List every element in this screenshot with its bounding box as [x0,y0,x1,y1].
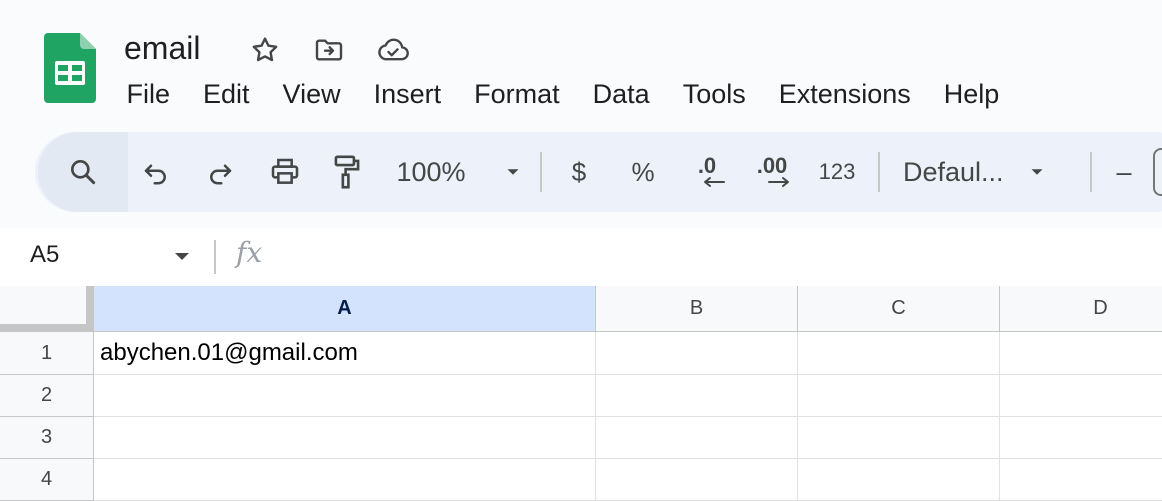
cell-d2[interactable] [1000,375,1162,417]
decrease-decimal-label: .0 [697,153,717,178]
cell-b3[interactable] [596,417,798,459]
menu-file[interactable]: File [110,74,187,114]
search-menus-button[interactable] [38,132,128,212]
column-header-a[interactable]: A [94,286,596,332]
cell-d4[interactable] [1000,459,1162,501]
chevron-down-icon [1031,169,1043,175]
print-icon [271,158,299,184]
cell-c2[interactable] [798,375,1000,417]
name-box[interactable]: A5 [30,241,59,269]
undo-button[interactable] [135,132,177,212]
paint-roller-icon [334,155,360,189]
row-header-2[interactable]: 2 [0,375,94,417]
row-header-3[interactable]: 3 [0,417,94,459]
freeze-row-handle[interactable] [0,324,94,332]
menu-insert[interactable]: Insert [357,74,458,114]
print-button[interactable] [263,132,307,212]
toolbar-divider [1090,152,1092,192]
cell-a1[interactable]: abychen.01@gmail.com [94,332,596,375]
toolbar: 100% $ % .0 .00 123 Defaul... – [35,132,1162,212]
menu-edit[interactable]: Edit [187,74,267,114]
percent-label: % [631,156,655,187]
number-format-label: 123 [818,159,856,184]
cell-a4[interactable] [94,459,596,501]
star-icon[interactable] [248,33,282,67]
cloud-saved-icon[interactable] [376,33,410,67]
paint-format-button[interactable] [327,132,367,212]
decrease-font-size-button[interactable]: – [1109,132,1139,212]
menu-data[interactable]: Data [576,74,666,114]
redo-icon [210,164,232,185]
menu-help[interactable]: Help [927,74,1016,114]
cell-b2[interactable] [596,375,798,417]
cell-c3[interactable] [798,417,1000,459]
toolbar-divider [540,152,542,192]
menu-view[interactable]: View [266,74,357,114]
cell-b1[interactable] [596,332,798,375]
column-header-c[interactable]: C [798,286,1000,332]
menu-bar: File Edit View Insert Format Data Tools … [110,74,1016,114]
cell-c1[interactable] [798,332,1000,375]
font-select[interactable]: Defaul... [903,132,1073,212]
formula-divider [214,240,216,274]
minus-label: – [1116,156,1132,187]
document-title[interactable]: email [124,27,200,69]
menu-format[interactable]: Format [458,74,577,114]
zoom-value: 100% [396,156,466,187]
redo-button[interactable] [199,132,241,212]
fx-icon: fx [236,236,263,269]
menu-extensions[interactable]: Extensions [762,74,927,114]
search-icon [71,160,96,185]
arrow-right-icon [768,177,789,187]
cell-c4[interactable] [798,459,1000,501]
cell-a2[interactable] [94,375,596,417]
row-header-4[interactable]: 4 [0,459,94,501]
cell-b4[interactable] [596,459,798,501]
chevron-down-icon [507,169,519,175]
increase-decimal-button[interactable]: .00 [749,132,795,212]
number-format-button[interactable]: 123 [813,132,861,212]
sheets-logo[interactable] [44,33,96,103]
toolbar-divider [878,152,880,192]
percent-format-button[interactable]: % [625,132,661,212]
row-header-1[interactable]: 1 [0,332,94,375]
cell-d1[interactable] [1000,332,1162,375]
font-size-input[interactable] [1153,132,1162,212]
increase-decimal-label: .00 [756,153,788,178]
undo-icon [144,164,166,185]
menu-tools[interactable]: Tools [666,74,762,114]
chevron-down-icon[interactable] [172,250,192,269]
currency-format-button[interactable]: $ [561,132,597,212]
arrow-left-icon [704,177,725,187]
currency-label: $ [571,156,587,187]
cell-d3[interactable] [1000,417,1162,459]
column-header-b[interactable]: B [596,286,798,332]
column-header-d[interactable]: D [1000,286,1162,332]
decrease-decimal-button[interactable]: .0 [685,132,729,212]
cell-a3[interactable] [94,417,596,459]
font-name: Defaul... [903,156,1004,187]
zoom-select[interactable]: 100% [390,132,530,212]
font-size-box [1153,148,1162,196]
formula-input[interactable] [290,238,1150,278]
move-folder-icon[interactable] [312,33,346,67]
